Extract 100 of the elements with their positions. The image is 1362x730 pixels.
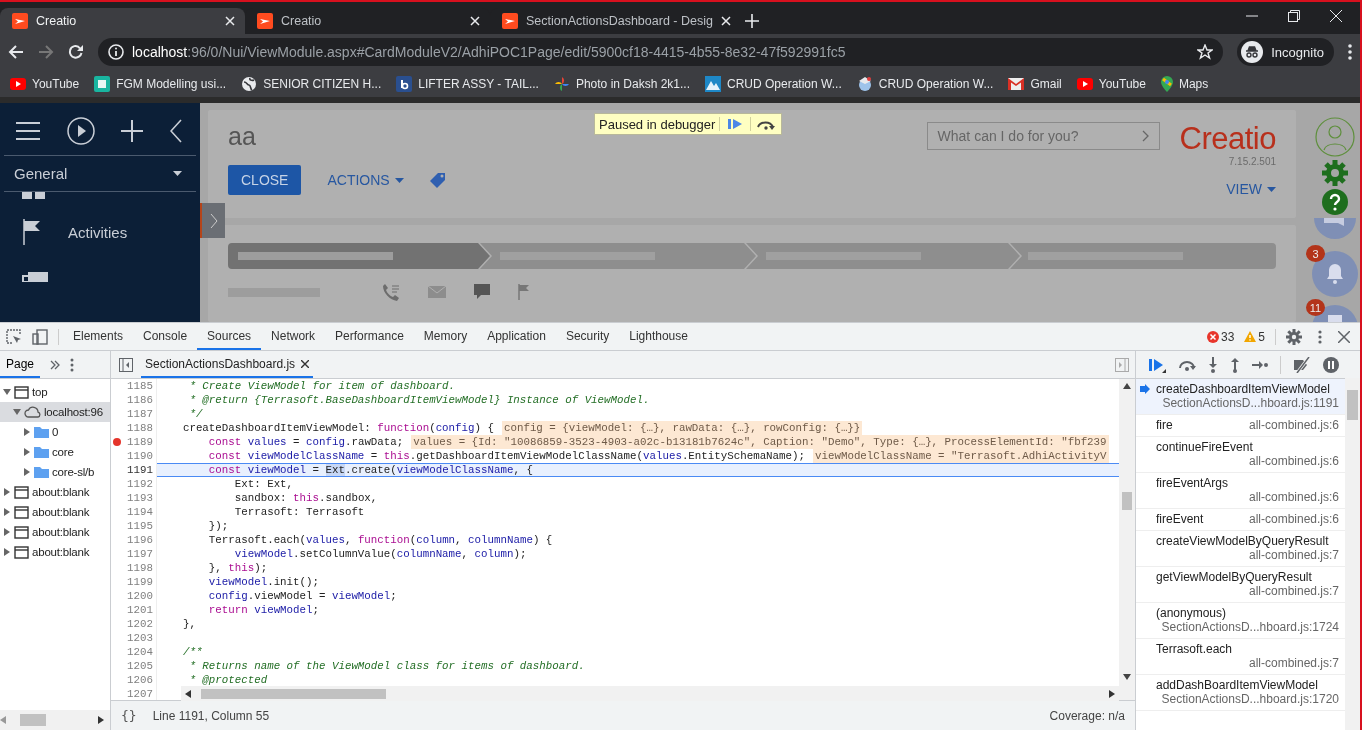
line-number[interactable]: 1195 (111, 519, 156, 533)
line-number[interactable]: 1207 (111, 687, 156, 700)
code-line: const values = config.rawData; (207, 436, 404, 448)
code-line: Ext: Ext, (233, 478, 294, 490)
source-location[interactable]: SectionActionsD...hboard.js:1191 (1156, 396, 1339, 410)
line-number[interactable]: 1199 (111, 575, 156, 589)
code-line: Terrasoft.each(values, function(column, columnName) { (207, 534, 553, 546)
url-text: localhost:96/0/Nui/ViewModule.aspx#CardModuleV2/AdhiPOC1Page/edit/5900cf18-4415-4b55-8e32-47f592991fc5 (132, 44, 847, 60)
inline-value: config = {viewModel: {…}, rawData: {…}, rowConfig: {…}} (501, 421, 863, 435)
bookmark[interactable]: CRUD Operation W... (705, 75, 842, 92)
bookmark[interactable]: Maps (1160, 75, 1209, 92)
browser-tab[interactable]: Creatio (0, 8, 245, 34)
code-line: }, this); (207, 562, 268, 574)
tree-item[interactable]: localhost:96 (0, 402, 110, 422)
tree-item[interactable]: core (0, 442, 110, 462)
devtools-tab[interactable]: Application (477, 323, 556, 350)
line-number[interactable]: 1206 (111, 673, 156, 687)
bookmark[interactable]: YouTube (1076, 76, 1146, 91)
source-location[interactable]: all-combined.js:7 (1156, 584, 1339, 598)
function-name[interactable]: Terrasoft.each (1156, 642, 1233, 656)
function-name[interactable]: (anonymous) (1156, 606, 1227, 620)
source-location[interactable]: SectionActionsD...hboard.js:1720 (1156, 692, 1339, 706)
inline-value: viewModelClassName = "Terrasoft.AdhiActivityV (813, 449, 1109, 463)
line-number[interactable]: 1187 (111, 407, 156, 421)
bookmark[interactable]: YouTube (10, 76, 80, 91)
line-number[interactable]: 1188 (111, 421, 156, 435)
line-number[interactable]: 1197 (111, 547, 156, 561)
sidebar-item[interactable]: Activities (0, 206, 200, 258)
bookmark[interactable]: CRUD Operation W... (856, 75, 994, 92)
line-number[interactable]: 1185 (111, 379, 156, 393)
address-bar[interactable]: localhost:96/0/Nui/ViewModule.aspx#CardModuleV2/AdhiPOC1Page/edit/5900cf18-4415-4b55-8e32-47f592991fc5 (98, 38, 1224, 66)
file-tab[interactable]: SectionActionsDashboard.js (141, 351, 314, 378)
function-name[interactable]: fire (1156, 418, 1173, 432)
bookmark[interactable]: LIFTER ASSY - TAIL... (396, 75, 539, 92)
code-line: sandbox: this.sandbox, (233, 492, 378, 504)
line-number[interactable]: 1198 (111, 561, 156, 575)
logo-text: Creatio (1179, 122, 1276, 156)
bookmark[interactable]: Gmail (1008, 76, 1062, 91)
line-number[interactable]: 1200 (111, 589, 156, 603)
bookmark[interactable]: SENIOR CITIZEN H... (241, 75, 382, 92)
tree-item[interactable]: about:blank (0, 542, 110, 562)
devtools-tab[interactable]: Elements (63, 323, 134, 350)
source-location[interactable]: all-combined.js:6 (1156, 490, 1339, 504)
code-line: return viewModel; (207, 604, 319, 616)
function-name[interactable]: addDashBoardItemViewModel (1156, 678, 1318, 692)
line-number[interactable]: 1190 (111, 449, 156, 463)
close-button[interactable]: CLOSE (228, 165, 302, 195)
section-dropdown[interactable]: General (4, 156, 196, 192)
devtools-tab[interactable]: Memory (413, 323, 478, 350)
code-line: * Create ViewModel for item of dashboard. (188, 380, 456, 392)
record-title: aa (228, 122, 257, 151)
error-count[interactable]: 33 (1220, 329, 1235, 344)
code-line: }); (207, 520, 229, 532)
devtools-tab[interactable]: Performance (325, 323, 414, 350)
code-line: * Returns name of the ViewModel class for items of dashboard. (188, 660, 585, 672)
line-number[interactable]: 1201 (111, 603, 156, 617)
tree-item[interactable]: 0 (0, 422, 110, 442)
code-line: Terrasoft: Terrasoft (233, 506, 365, 518)
function-name[interactable]: createViewModelByQueryResult (1156, 534, 1329, 548)
tree-item[interactable]: core-sl/b (0, 462, 110, 482)
source-location[interactable]: all-combined.js:6 (1248, 512, 1339, 526)
function-name[interactable]: createDashboardItemViewModel (1156, 382, 1330, 396)
bookmark[interactable]: FGM Modelling usi... (94, 75, 227, 92)
tree-item[interactable]: about:blank (0, 502, 110, 522)
source-location[interactable]: all-combined.js:6 (1156, 454, 1339, 468)
function-name[interactable]: continueFireEvent (1156, 440, 1253, 454)
code-line: viewModel.setColumnValue(columnName, column); (233, 548, 527, 560)
function-name[interactable]: fireEvent (1156, 512, 1204, 526)
code-line: const viewModel = Ext.create(viewModelClassName, { (207, 464, 533, 476)
function-name[interactable]: getViewModelByQueryResult (1156, 570, 1312, 584)
tree-item[interactable]: about:blank (0, 482, 110, 502)
source-location[interactable]: all-combined.js:7 (1156, 656, 1339, 670)
code-line: }, (181, 618, 196, 630)
warning-count[interactable]: 5 (1258, 329, 1265, 344)
tree-item[interactable]: top (0, 382, 110, 402)
line-number[interactable]: 1196 (111, 533, 156, 547)
version-text: 7.15.2.501 (1228, 156, 1276, 167)
source-location[interactable]: SectionActionsD...hboard.js:1724 (1156, 620, 1339, 634)
line-number[interactable]: 1205 (111, 659, 156, 673)
source-location[interactable]: all-combined.js:7 (1156, 548, 1339, 562)
pretty-print-button[interactable]: {} (121, 708, 137, 723)
line-number[interactable]: 1194 (111, 505, 156, 519)
devtools-tab[interactable]: Network (261, 323, 326, 350)
line-number[interactable]: 1202 (111, 617, 156, 631)
line-number[interactable]: 1203 (111, 631, 156, 645)
line-number[interactable]: 1204 (111, 645, 156, 659)
source-location[interactable]: all-combined.js:6 (1248, 418, 1339, 432)
line-number[interactable]: 1186 (111, 393, 156, 407)
devtools-tab[interactable]: Security (555, 323, 620, 350)
line-number[interactable]: 1191 (111, 463, 156, 477)
code-line: config.viewModel = viewModel; (207, 590, 397, 602)
devtools-tab[interactable]: Lighthouse (619, 323, 698, 350)
bookmark[interactable]: Photo in Daksh 2k1... (553, 75, 690, 92)
profile-button[interactable]: Incognito (1237, 38, 1334, 66)
line-number[interactable]: 1192 (111, 477, 156, 491)
line-number[interactable]: 1189 (111, 435, 156, 449)
tree-item[interactable]: about:blank (0, 522, 110, 542)
line-number[interactable]: 1193 (111, 491, 156, 505)
function-name[interactable]: fireEventArgs (1156, 476, 1229, 490)
devtools-tab[interactable]: Console (133, 323, 198, 350)
